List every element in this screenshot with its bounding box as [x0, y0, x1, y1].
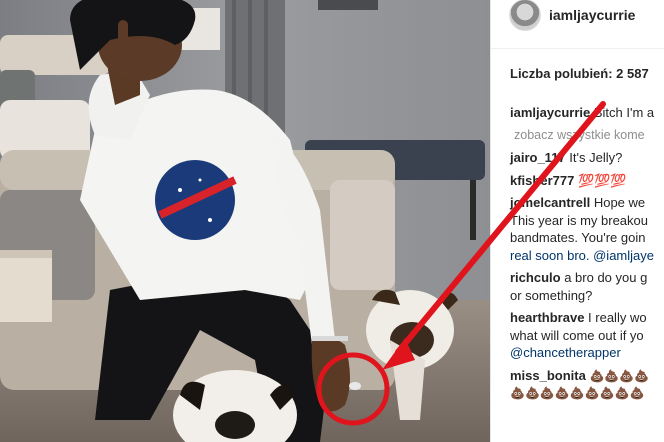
instagram-post-screen: iamljaycurrie Liczba polubień: 2 587 iam… [0, 0, 664, 442]
comment-text-line: or something? [510, 287, 593, 303]
comment-text: Hope we [593, 195, 646, 210]
comment-user[interactable]: jomelcantrell [510, 195, 590, 210]
comment-user[interactable]: kfisher777 [510, 173, 574, 188]
comment: richculo a bro do you g or something? [510, 269, 664, 304]
comment-text-line: bandmates. You're goin [510, 230, 646, 245]
comment: kfisher777 💯💯💯 [510, 172, 664, 190]
comment-text-line[interactable]: real soon bro. @iamljaye [510, 247, 664, 265]
comment: jomelcantrell Hope we This year is my br… [510, 194, 664, 264]
comment-text-line: what will come out if yo [510, 327, 644, 343]
comment: jairo_117 It's Jelly? [510, 149, 664, 167]
comment-text-line: 💩💩💩💩💩💩💩💩💩 [510, 386, 645, 400]
header-divider [491, 48, 664, 49]
comment-user[interactable]: iamljaycurrie [510, 105, 590, 120]
comment: hearthbrave I really wo what will come o… [510, 309, 664, 362]
comment-text: It's Jelly? [569, 150, 623, 165]
post-header: iamljaycurrie [509, 0, 635, 32]
comment-text: I really wo [588, 310, 647, 325]
comment-user[interactable]: jairo_117 [510, 150, 566, 165]
comment-user[interactable]: miss_bonita [510, 368, 586, 383]
comment-text: 💩💩💩💩 [589, 368, 650, 383]
comment: iamljaycurrie Bitch I'm a [510, 104, 664, 122]
comment: miss_bonita 💩💩💩💩 💩💩💩💩💩💩💩💩💩 [510, 367, 664, 403]
post-sidebar: iamljaycurrie Liczba polubień: 2 587 iam… [490, 0, 664, 442]
comment-text: 💯💯💯 [577, 172, 627, 188]
avatar[interactable] [509, 0, 541, 31]
comment-text-line: This year is my breakou [510, 212, 648, 228]
photo-illustration [0, 0, 490, 442]
comment-user[interactable]: richculo [510, 270, 561, 285]
comment-mention[interactable]: @chancetherapper [510, 344, 664, 362]
comment-text: Bitch I'm a [593, 105, 655, 120]
comments-list: iamljaycurrie Bitch I'm a zobacz wszystk… [510, 104, 664, 408]
comment-text: a bro do you g [564, 270, 648, 285]
post-username[interactable]: iamljaycurrie [549, 7, 635, 23]
view-all-comments-link[interactable]: zobacz wszystkie kome [514, 127, 664, 145]
post-photo[interactable] [0, 0, 490, 442]
comment-user[interactable]: hearthbrave [510, 310, 584, 325]
likes-count[interactable]: Liczba polubień: 2 587 [510, 66, 649, 81]
